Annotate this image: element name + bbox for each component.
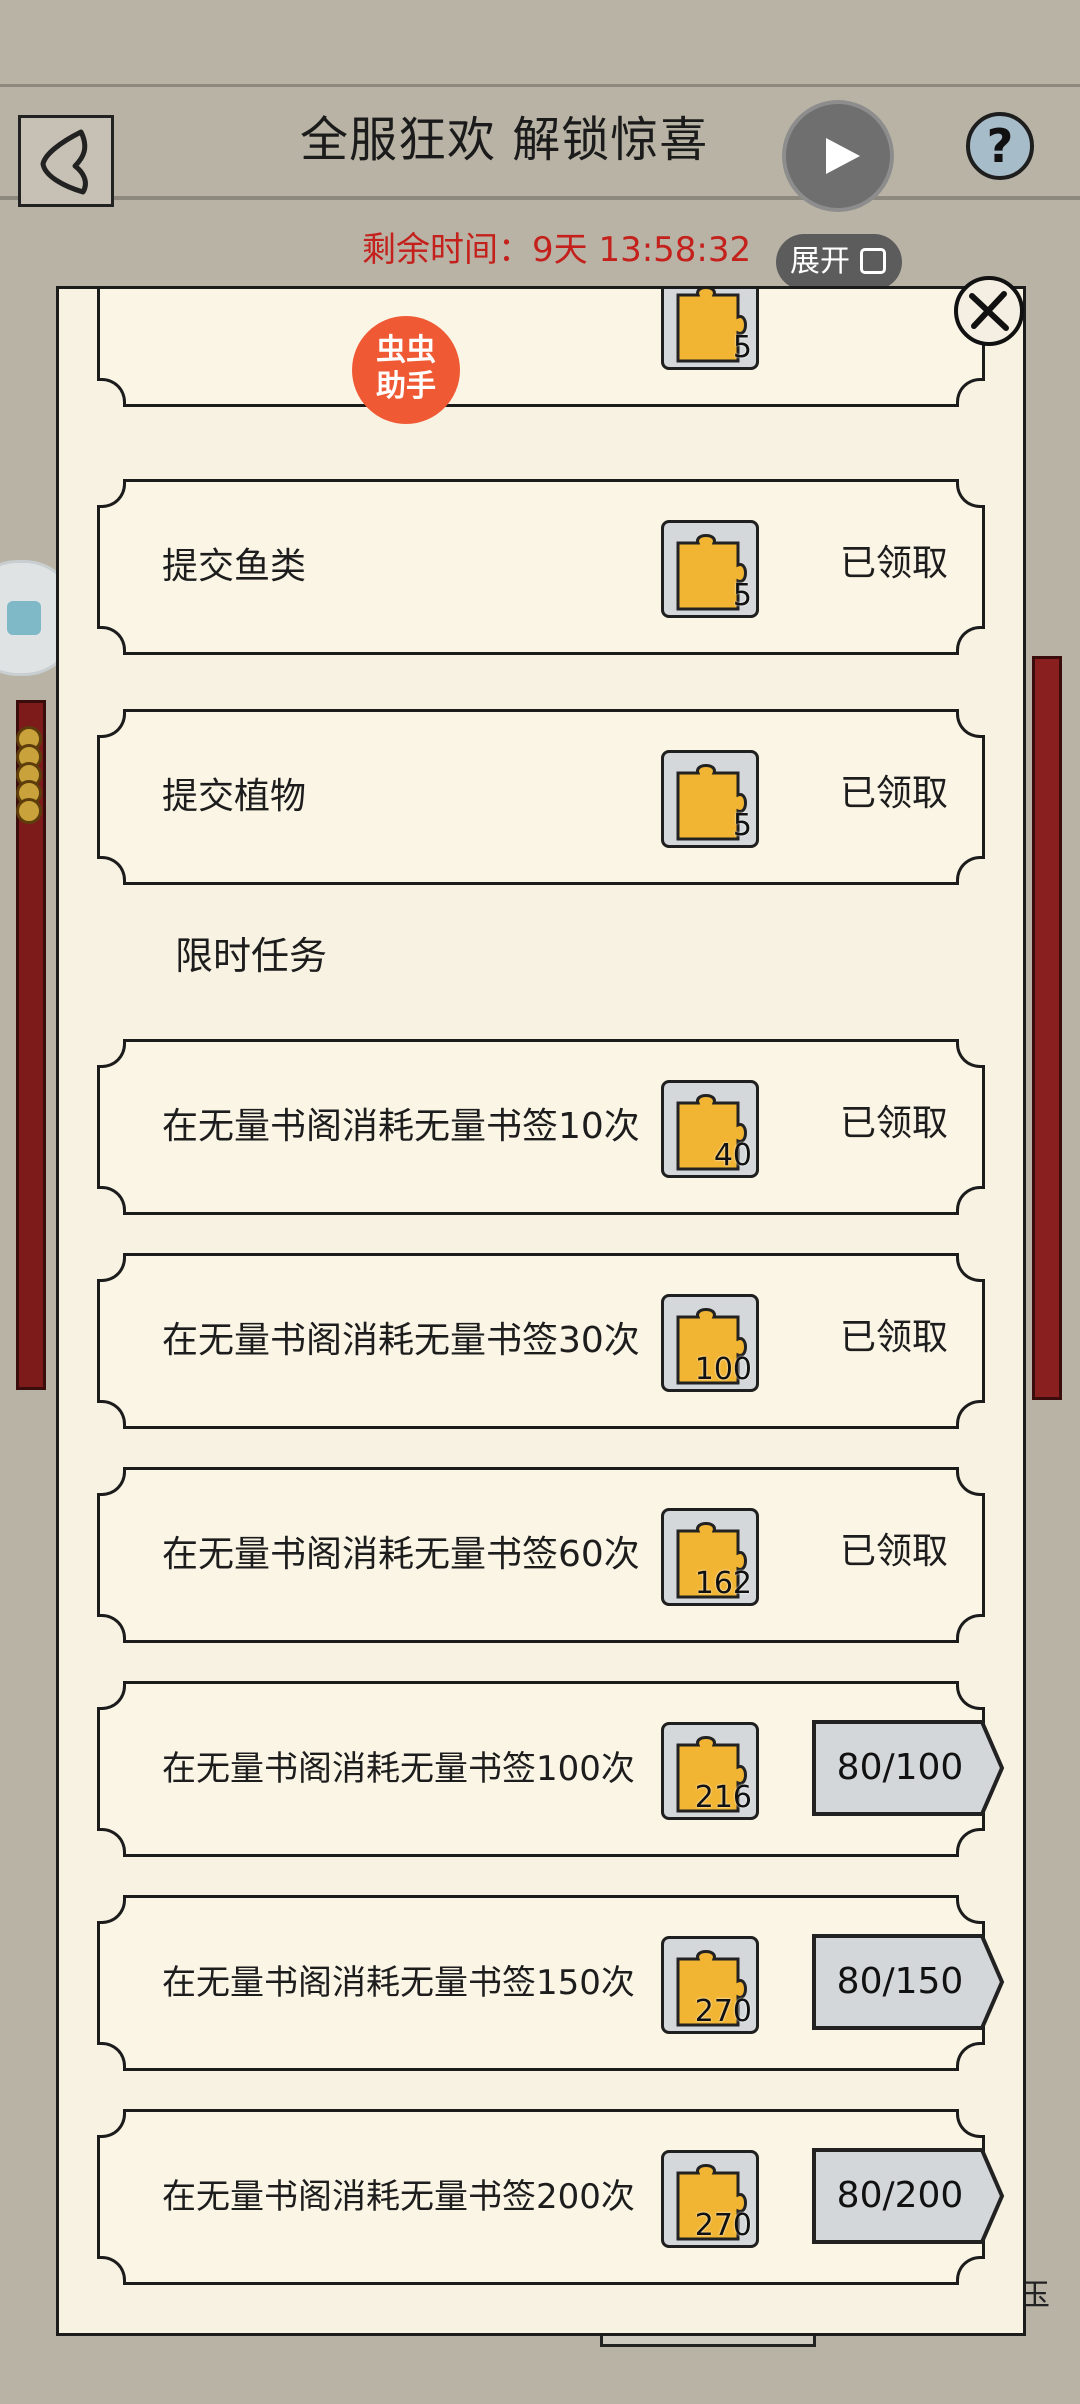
- claimed-status: 已领取: [840, 773, 949, 814]
- page-title: 全服狂欢 解锁惊喜: [300, 112, 709, 168]
- app-icon: [7, 601, 41, 635]
- help-button[interactable]: ?: [966, 112, 1034, 180]
- badge-line-2: 助手: [376, 369, 436, 404]
- section-title: 限时任务: [175, 934, 328, 978]
- expand-button[interactable]: 展开: [776, 234, 902, 290]
- claimed-status: 已领取: [840, 543, 949, 584]
- task-label: 在无量书阁消耗无量书签100次: [162, 1749, 635, 1789]
- close-button[interactable]: [954, 276, 1024, 346]
- task-card: 在无量书阁消耗无量书签10次 40 已领取: [97, 1039, 985, 1215]
- play-icon: [826, 138, 860, 174]
- progress-text: 80/200: [836, 2175, 964, 2216]
- close-icon: [969, 291, 1009, 331]
- right-pillar-decoration: [1032, 656, 1062, 1400]
- task-card: 提交植物 5 已领取: [97, 709, 985, 885]
- reward-item: 100: [661, 1294, 759, 1392]
- task-card: 5: [97, 289, 985, 407]
- wall-line: [0, 84, 1080, 87]
- wall-line: [0, 196, 1080, 200]
- reward-item: 5: [661, 750, 759, 848]
- task-label: 在无量书阁消耗无量书签150次: [162, 1963, 635, 2003]
- progress-tag[interactable]: 80/100: [810, 1718, 1006, 1818]
- reward-amount: 270: [694, 1994, 752, 2029]
- reward-amount: 40: [713, 1138, 752, 1173]
- progress-tag[interactable]: 80/150: [810, 1932, 1006, 2032]
- reward-amount: 216: [694, 1780, 752, 1815]
- task-label: 在无量书阁消耗无量书签10次: [162, 1106, 640, 1147]
- expand-label: 展开: [790, 244, 850, 279]
- reward-amount: 270: [694, 2208, 752, 2243]
- assistant-badge[interactable]: 虫虫 助手: [352, 316, 460, 424]
- task-label: 在无量书阁消耗无量书签60次: [162, 1534, 640, 1575]
- task-label: 在无量书阁消耗无量书签200次: [162, 2177, 635, 2217]
- reward-amount: 5: [732, 578, 752, 613]
- task-card: 在无量书阁消耗无量书签100次 216 80/100: [97, 1681, 1005, 1857]
- reward-amount: 100: [694, 1352, 752, 1387]
- back-arrow-icon: [40, 129, 88, 195]
- task-panel[interactable]: 5 提交鱼类 5 已领取 提交植物 5 已领取 限时任务 在无量书阁消耗无量书签…: [56, 286, 1026, 2336]
- countdown-timer: 剩余时间：9天 13:58:32: [362, 230, 752, 270]
- task-label: 在无量书阁消耗无量书签30次: [162, 1320, 640, 1361]
- reward-item: 216: [661, 1722, 759, 1820]
- expand-icon: [860, 248, 886, 274]
- reward-item: 40: [661, 1080, 759, 1178]
- reward-item: 270: [661, 2150, 759, 2248]
- reward-item: 5: [661, 520, 759, 618]
- back-button[interactable]: [18, 115, 114, 207]
- progress-text: 80/150: [836, 1961, 964, 2002]
- task-card: 在无量书阁消耗无量书签150次 270 80/150: [97, 1895, 1005, 2071]
- play-button[interactable]: [786, 104, 890, 208]
- progress-tag[interactable]: 80/200: [810, 2146, 1006, 2246]
- reward-amount: 162: [694, 1566, 752, 1601]
- coin-stack-icon: [16, 726, 44, 824]
- task-label: 提交鱼类: [162, 546, 307, 587]
- task-card: 在无量书阁消耗无量书签60次 162 已领取: [97, 1467, 985, 1643]
- task-card: 在无量书阁消耗无量书签200次 270 80/200: [97, 2109, 1005, 2285]
- reward-item: 162: [661, 1508, 759, 1606]
- task-card: 提交鱼类 5 已领取: [97, 479, 985, 655]
- reward-amount: 5: [732, 330, 752, 365]
- reward-item: 5: [661, 289, 759, 370]
- claimed-status: 已领取: [840, 1531, 949, 1572]
- reward-item: 270: [661, 1936, 759, 2034]
- claimed-status: 已领取: [840, 1103, 949, 1144]
- claimed-status: 已领取: [840, 1317, 949, 1358]
- badge-line-1: 虫虫: [376, 333, 436, 368]
- task-card: 在无量书阁消耗无量书签30次 100 已领取: [97, 1253, 985, 1429]
- task-label: 提交植物: [162, 776, 307, 817]
- reward-amount: 5: [732, 808, 752, 843]
- progress-text: 80/100: [836, 1747, 964, 1788]
